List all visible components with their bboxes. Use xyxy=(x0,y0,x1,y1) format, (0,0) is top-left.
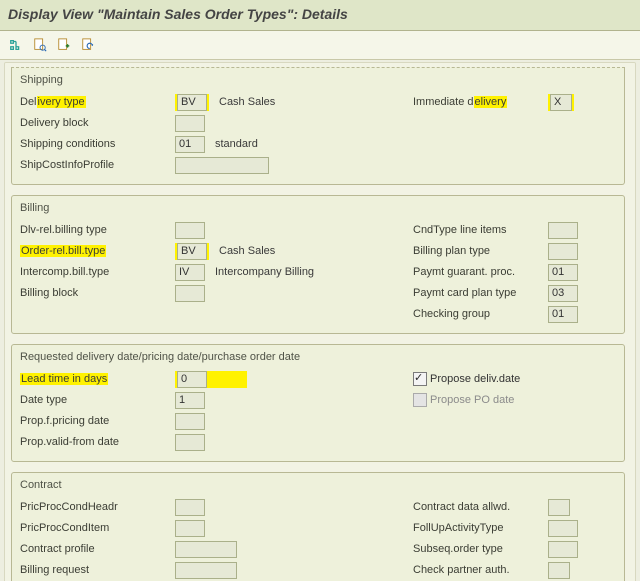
subseq-order-type-label: Subseq.order type xyxy=(413,543,548,555)
shipcostinfoprofile-field[interactable] xyxy=(175,157,269,174)
checking-group-label: Checking group xyxy=(413,308,548,320)
shipping-legend: Shipping xyxy=(18,72,618,92)
intercomp-bill-text: Intercompany Billing xyxy=(215,266,314,278)
shipping-conditions-field[interactable]: 01 xyxy=(175,136,205,153)
date-type-field[interactable]: 1 xyxy=(175,392,205,409)
billing-group: Billing Dlv-rel.billing type CndType lin… xyxy=(11,195,625,334)
billing-block-label: Billing block xyxy=(18,287,175,299)
form-scroll-area[interactable]: Shipping Delivery type BV Cash Sales Imm… xyxy=(4,62,636,581)
billing-plan-type-label: Billing plan type xyxy=(413,245,548,257)
pricproccondheadr-field[interactable] xyxy=(175,499,205,516)
display-icon[interactable] xyxy=(30,35,50,55)
page-title: Display View "Maintain Sales Order Types… xyxy=(0,0,640,31)
paymt-card-plan-label: Paymt card plan type xyxy=(413,287,548,299)
dlv-rel-bill-field[interactable] xyxy=(175,222,205,239)
reset-icon[interactable] xyxy=(78,35,98,55)
contract-group: Contract PricProcCondHeadr Contract data… xyxy=(11,472,625,581)
propose-deliv-checkbox[interactable] xyxy=(413,372,427,386)
contract-data-allwd-label: Contract data allwd. xyxy=(413,501,548,513)
shipcostinfoprofile-label: ShipCostInfoProfile xyxy=(18,159,175,171)
delivery-block-field[interactable] xyxy=(175,115,205,132)
order-rel-bill-label: Order-rel.bill.type xyxy=(18,245,175,257)
date-type-label: Date type xyxy=(18,394,175,406)
checking-group-field[interactable]: 01 xyxy=(548,306,578,323)
contract-legend: Contract xyxy=(18,477,618,497)
delivery-block-label: Delivery block xyxy=(18,117,175,129)
lead-time-label: Lead time in days xyxy=(18,373,175,385)
immediate-delivery-label: Immediate delivery xyxy=(413,96,548,108)
prop-pricing-label: Prop.f.pricing date xyxy=(18,415,175,427)
delivery-type-label: Delivery type xyxy=(18,96,175,108)
paymt-card-plan-field[interactable]: 03 xyxy=(548,285,578,302)
prop-valid-from-label: Prop.valid-from date xyxy=(18,436,175,448)
propose-po-label: Propose PO date xyxy=(430,394,514,406)
check-partner-auth-field[interactable] xyxy=(548,562,570,579)
contract-data-allwd-field[interactable] xyxy=(548,499,570,516)
billing-legend: Billing xyxy=(18,200,618,220)
intercomp-bill-label: Intercomp.bill.type xyxy=(18,266,175,278)
immediate-delivery-field[interactable]: X xyxy=(550,94,572,111)
lead-time-field[interactable]: 0 xyxy=(177,371,207,388)
delivery-type-text: Cash Sales xyxy=(219,96,275,108)
reqdate-legend: Requested delivery date/pricing date/pur… xyxy=(18,349,618,369)
shipping-group: Shipping Delivery type BV Cash Sales Imm… xyxy=(11,67,625,185)
pricproccondheadr-label: PricProcCondHeadr xyxy=(18,501,175,513)
pricprocconditem-label: PricProcCondItem xyxy=(18,522,175,534)
propose-po-checkbox xyxy=(413,393,427,407)
order-rel-bill-field[interactable]: BV xyxy=(177,243,207,260)
contract-profile-field[interactable] xyxy=(175,541,237,558)
toolbar xyxy=(0,31,640,60)
cndtype-line-label: CndType line items xyxy=(413,224,548,236)
pricprocconditem-field[interactable] xyxy=(175,520,205,537)
reqdate-group: Requested delivery date/pricing date/pur… xyxy=(11,344,625,462)
billing-request-label: Billing request xyxy=(18,564,175,576)
billing-block-field[interactable] xyxy=(175,285,205,302)
subseq-order-type-field[interactable] xyxy=(548,541,578,558)
billing-request-field[interactable] xyxy=(175,562,237,579)
copy-as-icon[interactable] xyxy=(54,35,74,55)
billing-plan-type-field[interactable] xyxy=(548,243,578,260)
prop-valid-from-field[interactable] xyxy=(175,434,205,451)
expand-hierarchy-icon[interactable] xyxy=(6,35,26,55)
paymt-guarant-field[interactable]: 01 xyxy=(548,264,578,281)
dlv-rel-bill-label: Dlv-rel.billing type xyxy=(18,224,175,236)
intercomp-bill-field[interactable]: IV xyxy=(175,264,205,281)
paymt-guarant-label: Paymt guarant. proc. xyxy=(413,266,548,278)
shipping-conditions-label: Shipping conditions xyxy=(18,138,175,150)
order-rel-bill-text: Cash Sales xyxy=(219,245,275,257)
delivery-type-field[interactable]: BV xyxy=(177,94,207,111)
propose-deliv-label: Propose deliv.date xyxy=(430,373,520,385)
follup-activity-label: FollUpActivityType xyxy=(413,522,548,534)
check-partner-auth-label: Check partner auth. xyxy=(413,564,548,576)
prop-pricing-field[interactable] xyxy=(175,413,205,430)
follup-activity-field[interactable] xyxy=(548,520,578,537)
shipping-conditions-text: standard xyxy=(215,138,258,150)
cndtype-line-field[interactable] xyxy=(548,222,578,239)
contract-profile-label: Contract profile xyxy=(18,543,175,555)
